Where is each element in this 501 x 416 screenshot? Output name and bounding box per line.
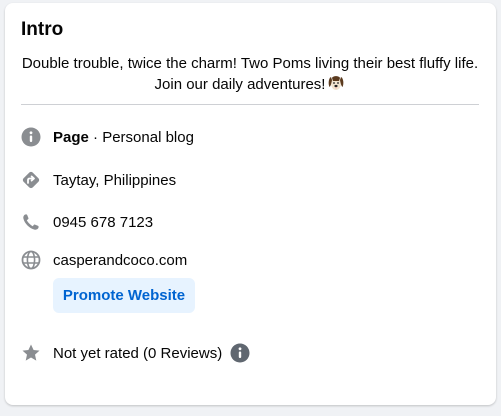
globe-icon [21,250,41,270]
location-text: Taytay, Philippines [53,171,177,189]
category-value: Personal blog [102,128,194,146]
category-row: Page · Personal blog [21,126,194,148]
category-separator: · [88,128,103,146]
category-text: Page · Personal blog [53,129,194,146]
intro-card: Intro Double trouble, twice the charm! T… [5,3,496,405]
rating-row: Not yet rated (0 Reviews) [21,342,250,364]
phone-row: 0945 678 7123 [21,211,153,233]
bio-text: Double trouble, twice the charm! Two Pom… [21,55,479,93]
phone-text: 0945 678 7123 [53,213,154,231]
divider [21,104,479,105]
star-icon [21,343,41,363]
intro-bio: Double trouble, twice the charm! Two Pom… [21,54,479,98]
website-row: casperandcoco.com [21,249,187,271]
rating-text: Not yet rated (0 Reviews) [53,344,223,362]
dog-face-icon [327,74,345,98]
phone-icon [21,212,41,232]
promote-website-button[interactable]: Promote Website [53,278,195,313]
rating-info-icon[interactable] [230,343,250,363]
location-row: Taytay, Philippines [21,169,176,191]
website-link[interactable]: casperandcoco.com [53,252,187,269]
category-label: Page [53,128,89,146]
intro-title: Intro [21,19,64,40]
directions-icon [21,170,41,190]
info-icon [21,127,41,147]
